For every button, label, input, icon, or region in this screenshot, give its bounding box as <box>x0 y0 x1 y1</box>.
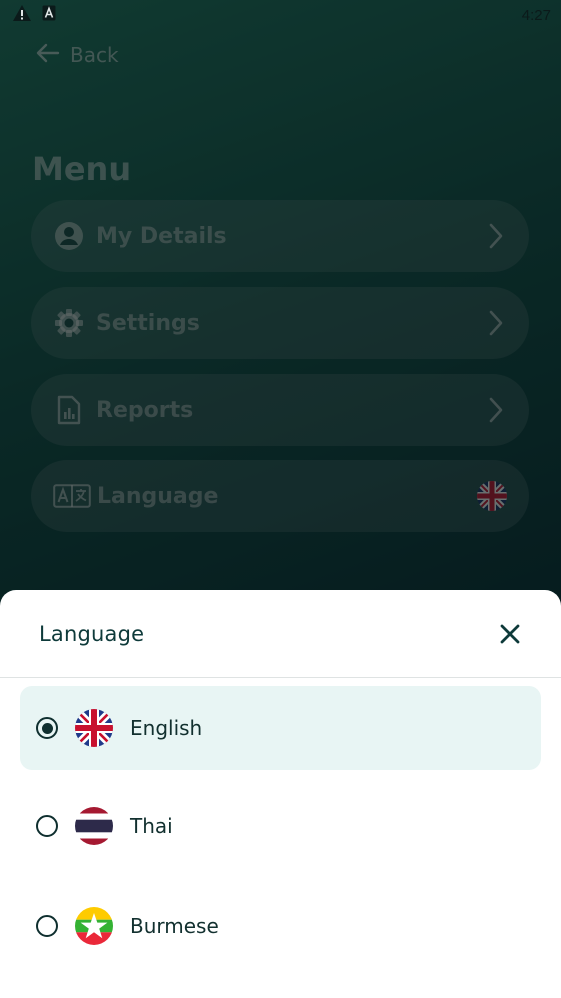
radio-unselected[interactable] <box>36 815 58 837</box>
warning-icon <box>12 4 32 26</box>
close-button[interactable] <box>495 619 525 649</box>
language-option-burmese[interactable]: Burmese <box>20 884 541 968</box>
language-option-thai[interactable]: Thai <box>20 784 541 868</box>
language-label: Thai <box>130 814 173 838</box>
notification-a-icon <box>42 5 56 25</box>
language-bottom-sheet: Language English Thai Burmese <box>0 590 561 998</box>
language-option-english[interactable]: English <box>20 686 541 770</box>
language-label: English <box>130 716 203 740</box>
language-label: Burmese <box>130 914 219 938</box>
radio-selected[interactable] <box>36 717 58 739</box>
sheet-header: Language <box>0 590 561 678</box>
uk-flag-icon <box>75 709 113 747</box>
close-icon <box>500 624 520 643</box>
sheet-title: Language <box>39 621 145 646</box>
thai-flag-icon <box>75 807 113 845</box>
status-bar: 4:27 <box>0 0 561 30</box>
status-time: 4:27 <box>521 6 551 24</box>
radio-unselected[interactable] <box>36 915 58 937</box>
myanmar-flag-icon <box>75 907 113 945</box>
